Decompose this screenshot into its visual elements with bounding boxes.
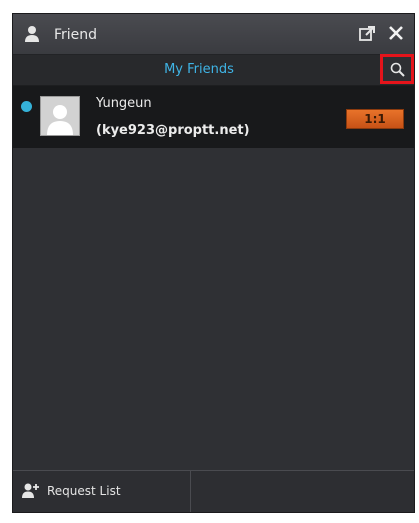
- bottom-bar: Request List: [13, 470, 414, 512]
- friend-list-empty-area: [13, 148, 414, 468]
- tab-my-friends[interactable]: My Friends: [13, 62, 385, 77]
- window-title: Friend: [54, 27, 98, 43]
- request-list-label: Request List: [47, 484, 121, 498]
- add-person-icon: [21, 482, 41, 500]
- tab-bar: My Friends: [13, 55, 414, 86]
- one-on-one-chat-button[interactable]: 1:1: [346, 109, 404, 129]
- bottom-bar-empty-button[interactable]: [191, 471, 414, 512]
- person-icon: [24, 25, 40, 43]
- title-bar[interactable]: Friend: [13, 14, 414, 55]
- close-icon[interactable]: [387, 24, 405, 42]
- friend-window: Friend My Friends Yungeun (kye923@proptt…: [12, 13, 415, 513]
- popout-icon[interactable]: [358, 25, 376, 43]
- friend-name: Yungeun: [96, 96, 152, 111]
- avatar: [40, 96, 80, 136]
- search-button[interactable]: [380, 54, 414, 84]
- request-list-button[interactable]: Request List: [13, 471, 191, 512]
- online-status-indicator: [21, 101, 32, 112]
- search-icon: [390, 62, 405, 77]
- friend-list-item[interactable]: Yungeun (kye923@proptt.net) 1:1: [13, 86, 414, 148]
- friend-email: (kye923@proptt.net): [96, 123, 250, 138]
